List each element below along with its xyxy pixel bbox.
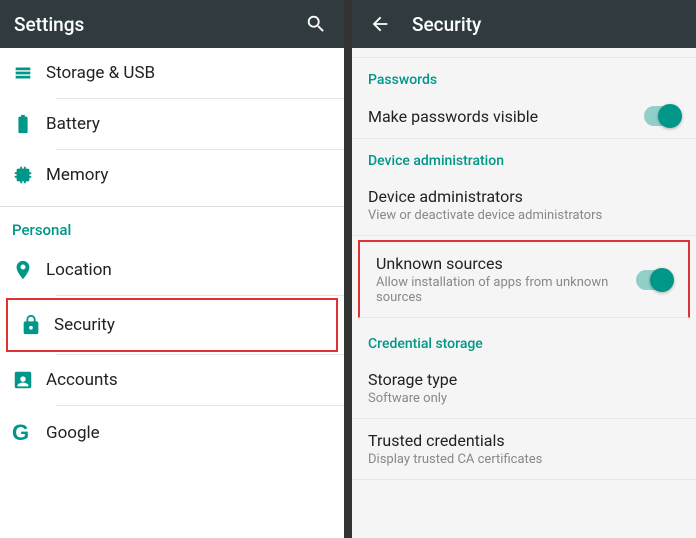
security-pane: Security Passwords Make passwords visibl… <box>352 0 696 538</box>
setting-unknown-sources[interactable]: Unknown sources Allow installation of ap… <box>358 240 690 318</box>
memory-icon <box>12 164 46 186</box>
security-title: Security <box>412 13 481 36</box>
toggle-passwords-visible[interactable] <box>644 106 680 126</box>
settings-item-security[interactable]: Security <box>6 298 338 352</box>
search-icon[interactable] <box>302 10 330 38</box>
setting-sublabel: View or deactivate device administrators <box>368 208 680 223</box>
setting-make-passwords-visible[interactable]: Make passwords visible <box>352 94 696 139</box>
setting-sublabel: Allow installation of apps from unknown … <box>376 275 636 305</box>
setting-sublabel: Display trusted CA certificates <box>368 452 680 467</box>
settings-item-label: Location <box>46 260 112 280</box>
section-header-device-admin: Device administration <box>352 139 696 175</box>
storage-icon <box>12 62 46 84</box>
toggle-unknown-sources[interactable] <box>636 270 672 290</box>
setting-label: Device administrators <box>368 187 680 206</box>
settings-item-label: Battery <box>46 114 100 134</box>
settings-item-label: Security <box>54 315 115 335</box>
settings-item-battery[interactable]: Battery <box>0 99 344 149</box>
setting-storage-type[interactable]: Storage type Software only <box>352 358 696 419</box>
settings-item-location[interactable]: Location <box>0 245 344 295</box>
setting-trusted-credentials[interactable]: Trusted credentials Display trusted CA c… <box>352 419 696 480</box>
accounts-icon <box>12 369 46 391</box>
section-header-credential-storage: Credential storage <box>352 322 696 358</box>
settings-item-label: Storage & USB <box>46 63 155 83</box>
google-icon: G <box>12 420 46 446</box>
back-icon[interactable] <box>366 10 394 38</box>
settings-item-accounts[interactable]: Accounts <box>0 355 344 405</box>
section-header-personal: Personal <box>0 207 344 245</box>
setting-sublabel: Software only <box>368 391 680 406</box>
setting-label: Make passwords visible <box>368 107 644 126</box>
setting-label: Trusted credentials <box>368 431 680 450</box>
setting-device-administrators[interactable]: Device administrators View or deactivate… <box>352 175 696 236</box>
settings-appbar: Settings <box>0 0 344 48</box>
security-appbar: Security <box>352 0 696 48</box>
settings-item-label: Google <box>46 423 100 443</box>
section-header-passwords: Passwords <box>352 58 696 94</box>
location-icon <box>12 259 46 281</box>
setting-label: Storage type <box>368 370 680 389</box>
settings-pane: Settings Storage & USB Battery <box>0 0 344 538</box>
lock-icon <box>20 314 54 336</box>
settings-title: Settings <box>14 13 84 36</box>
setting-label: Unknown sources <box>376 254 636 273</box>
settings-item-label: Memory <box>46 165 108 185</box>
battery-icon <box>12 113 46 135</box>
settings-item-label: Accounts <box>46 370 118 390</box>
settings-item-storage[interactable]: Storage & USB <box>0 48 344 98</box>
settings-item-google[interactable]: G Google <box>0 406 344 460</box>
settings-item-memory[interactable]: Memory <box>0 150 344 200</box>
